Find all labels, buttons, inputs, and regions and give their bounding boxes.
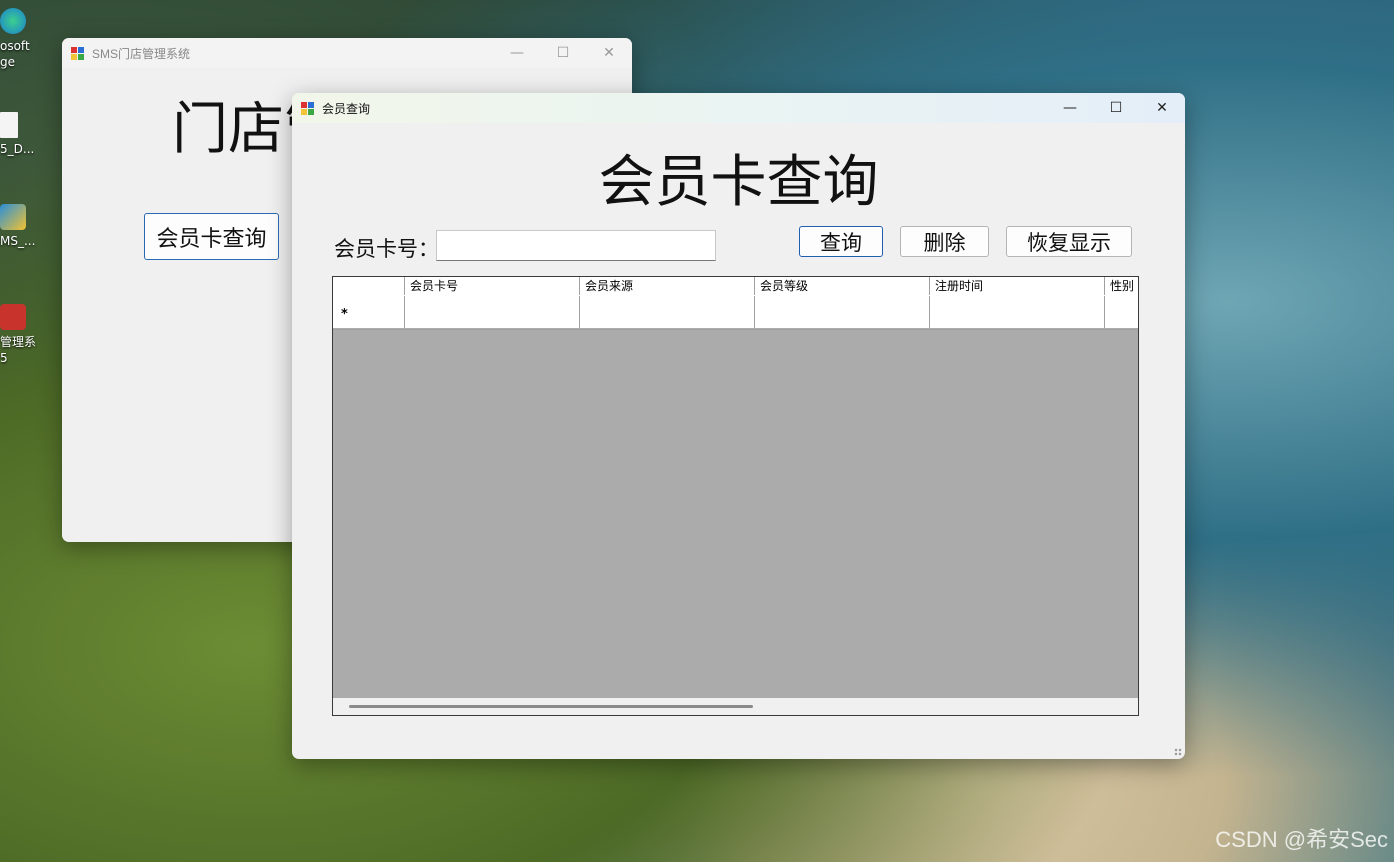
main-window-titlebar[interactable]: SMS门店管理系统 — ☐ ✕ [62,38,632,68]
row-header-corner [333,277,405,295]
app-shortcut-icon [0,204,26,230]
column-header[interactable]: 会员等级 [755,277,930,295]
member-data-grid[interactable]: 会员卡号 会员来源 会员等级 注册时间 性别 * [332,276,1139,716]
card-number-label: 会员卡号： [334,237,439,261]
minimize-icon[interactable]: — [1047,93,1093,123]
red-app-icon [0,304,26,330]
minimize-icon[interactable]: — [494,38,540,68]
desktop-icon-manage[interactable]: 管理系 5 [0,304,37,366]
desktop-icon-label: 管理系 5 [0,335,37,365]
delete-button[interactable]: 删除 [900,226,989,257]
scrollbar-thumb[interactable] [349,705,753,708]
desktop-icon-label: 5_D... [0,142,35,156]
column-header[interactable]: 会员卡号 [405,277,580,295]
horizontal-scrollbar[interactable] [333,698,1138,715]
grid-cell[interactable] [580,296,755,328]
desktop-icon-label: osoft ge [0,39,30,69]
app-icon [71,46,84,60]
grid-cell[interactable] [755,296,930,328]
edge-icon [0,8,26,34]
card-number-input[interactable] [436,230,716,261]
window-title: SMS门店管理系统 [92,46,191,61]
file-icon [0,112,18,138]
grid-cell[interactable] [405,296,580,328]
close-icon[interactable]: ✕ [1139,93,1185,123]
row-header: * [333,296,405,328]
watermark: CSDN @希安Sec [1215,827,1388,852]
resize-grip-icon[interactable] [1174,748,1182,756]
window-title: 会员查询 [322,101,371,116]
desktop-icon-label: MS_... [0,234,36,248]
query-heading: 会员卡查询 [598,152,879,214]
close-icon[interactable]: ✕ [586,38,632,68]
column-header[interactable]: 会员来源 [580,277,755,295]
desktop-icon-sms[interactable]: MS_... [0,204,36,248]
column-header[interactable]: 性别 [1105,277,1138,295]
member-card-query-button[interactable]: 会员卡查询 [144,213,279,260]
maximize-icon[interactable]: ☐ [1093,93,1139,123]
grid-cell[interactable] [930,296,1105,328]
query-button[interactable]: 查询 [799,226,883,257]
grid-new-row[interactable]: * [333,296,1138,330]
restore-display-button[interactable]: 恢复显示 [1006,226,1132,257]
maximize-icon[interactable]: ☐ [540,38,586,68]
grid-header: 会员卡号 会员来源 会员等级 注册时间 性别 [333,277,1138,297]
grid-cell[interactable] [1105,296,1138,328]
query-window-titlebar[interactable]: 会员查询 — ☐ ✕ [292,93,1185,123]
app-icon [301,101,314,115]
query-window: 会员查询 — ☐ ✕ 会员卡查询 会员卡号： 查询 删除 恢复显示 会员卡号 会… [292,93,1185,759]
column-header[interactable]: 注册时间 [930,277,1105,295]
desktop-icon-edge[interactable]: osoft ge [0,8,34,70]
desktop-icon-file[interactable]: 5_D... [0,112,34,156]
